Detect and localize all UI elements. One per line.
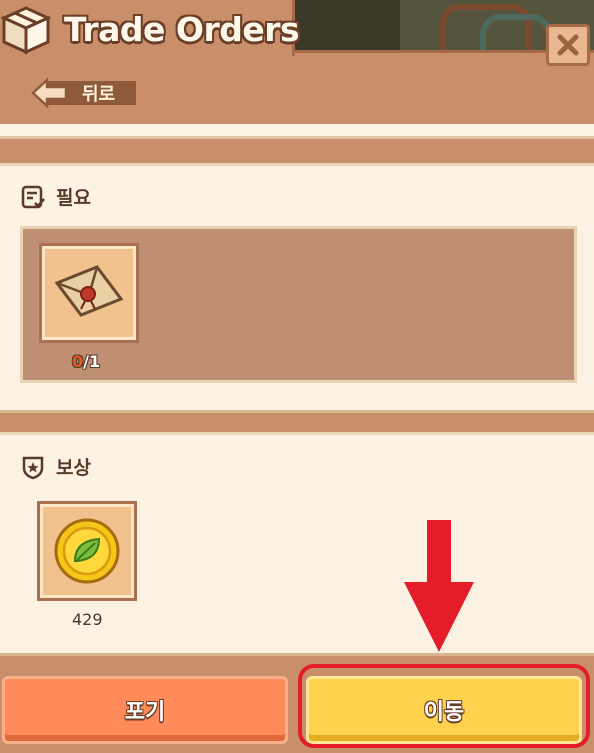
close-button[interactable] (546, 24, 590, 66)
checklist-icon (21, 185, 45, 208)
shield-star-icon (22, 456, 44, 479)
back-button[interactable]: 뒤로 (30, 78, 138, 108)
back-arrow-icon (31, 78, 68, 108)
pointer-arrow-icon (404, 520, 474, 652)
scroll-card-edge (0, 124, 594, 139)
page-title: Trade Orders (64, 10, 300, 49)
requirements-header: 필요 (20, 183, 91, 210)
box-icon (0, 6, 52, 54)
required-item-slot[interactable] (39, 243, 139, 343)
back-label: 뒤로 (82, 84, 116, 105)
move-button-highlight (298, 664, 590, 748)
leaf-coin-icon (54, 518, 120, 584)
rewards-label: 보상 (56, 457, 91, 479)
reward-item-slot[interactable] (37, 501, 137, 601)
rewards-header: 보상 (20, 453, 91, 480)
reward-item-amount: 429 (72, 610, 103, 629)
close-icon (557, 34, 579, 56)
requirements-label: 필요 (56, 187, 91, 209)
required-item-count: 0/1 (72, 352, 101, 371)
sealed-letter-icon (54, 265, 124, 317)
give-up-button[interactable]: 포기 (2, 676, 288, 744)
